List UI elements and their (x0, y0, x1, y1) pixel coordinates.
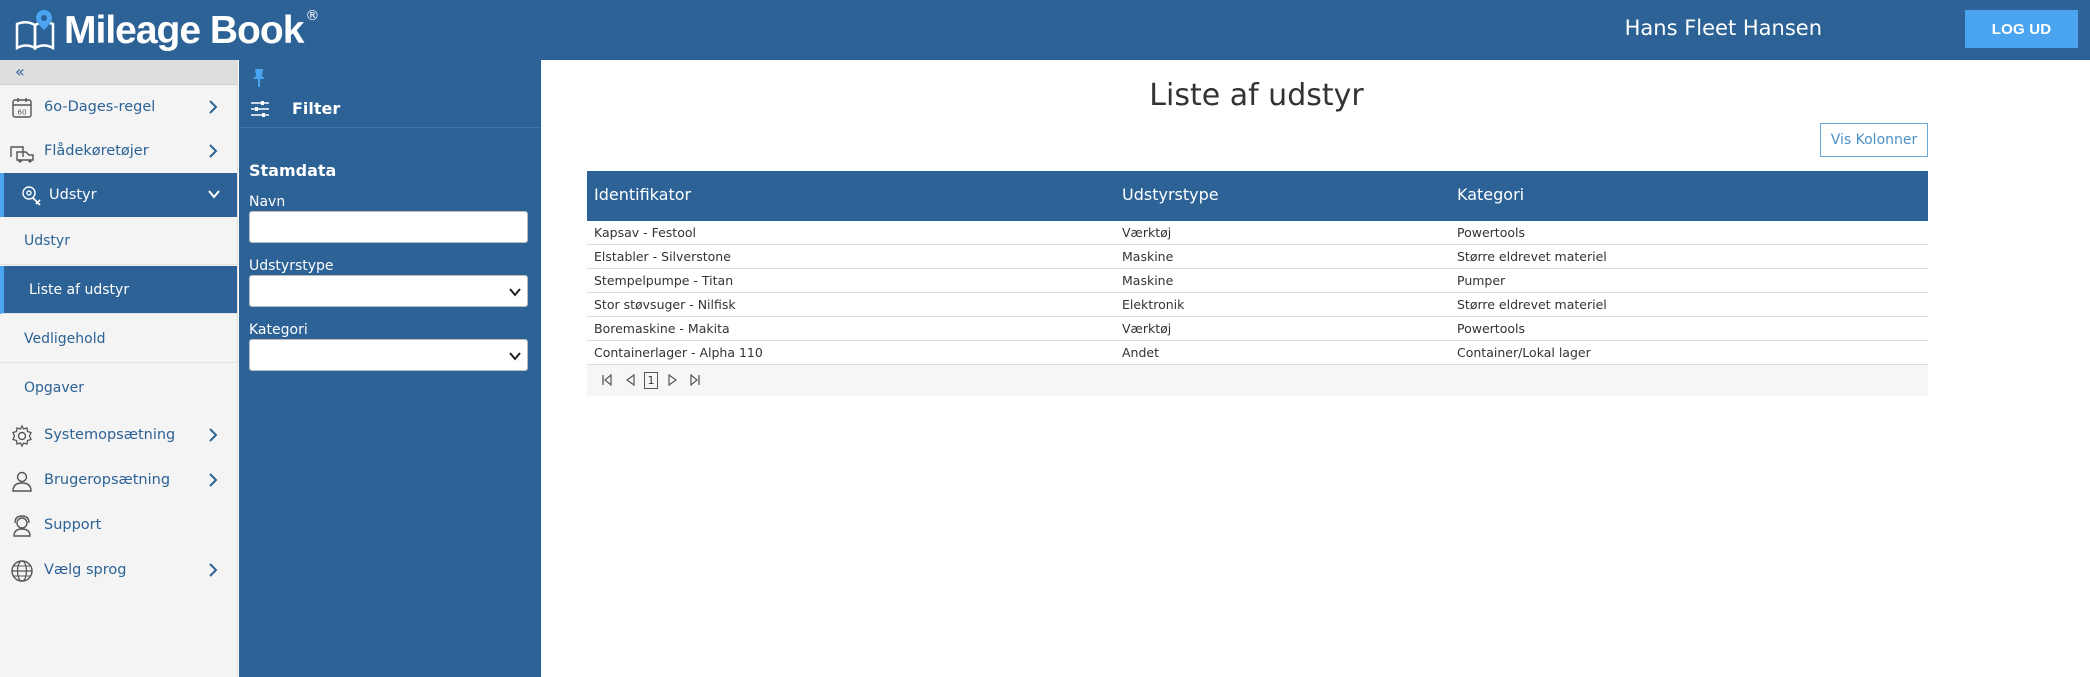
globe-icon (11, 560, 33, 582)
tools-icon (22, 186, 41, 206)
table-row[interactable]: Stor støvsuger - Nilfisk Elektronik Stør… (587, 293, 1928, 317)
cell-equipment-type: Elektronik (1122, 297, 1185, 312)
filter-header: Filter (239, 94, 541, 128)
sidebar-item-label: Udstyr (49, 187, 97, 203)
sidebar-item-60-day-rule[interactable]: 60 6o-Dages-regel (0, 85, 237, 129)
filter-title: Filter (292, 99, 341, 118)
table-row[interactable]: Stempelpumpe - Titan Maskine Pumper (587, 269, 1928, 293)
cell-identifier: Stempelpumpe - Titan (594, 273, 734, 288)
equipment-type-field-label: Udstyrstype (249, 258, 334, 274)
cell-category: Powertools (1457, 225, 1525, 240)
sidebar-item-fleet-vehicles[interactable]: Flådekøretøjer (0, 129, 237, 173)
show-columns-button[interactable]: Vis Kolonner (1820, 123, 1928, 157)
chevron-right-icon (209, 563, 218, 577)
cell-identifier: Boremaskine - Makita (594, 321, 730, 336)
cell-equipment-type: Værktøj (1122, 321, 1172, 336)
first-page-icon[interactable] (601, 373, 613, 387)
sidebar-item-label: Brugeropsætning (44, 472, 171, 488)
sidebar-subitem-label: Udstyr (24, 232, 70, 249)
sidebar-item-label: Support (44, 517, 102, 533)
sidebar-item-equipment[interactable]: Udstyr (0, 173, 237, 217)
sidebar-subitem-label: Opgaver (24, 380, 85, 396)
cell-identifier: Kapsav - Festool (594, 225, 696, 240)
equipment-table: Identifikator Udstyrstype Kategori Kapsa… (587, 171, 1928, 396)
sidebar-subitem-label: Liste af udstyr (29, 281, 130, 298)
column-header-equipment-type[interactable]: Udstyrstype (1122, 185, 1219, 204)
column-header-category[interactable]: Kategori (1457, 185, 1524, 204)
cell-equipment-type: Værktøj (1122, 225, 1172, 240)
sidebar-subitem-equipment[interactable]: Udstyr (0, 217, 237, 265)
column-header-identifier[interactable]: Identifikator (594, 185, 691, 204)
table-header: Identifikator Udstyrstype Kategori (587, 171, 1928, 221)
calendar-60-icon: 60 (12, 98, 32, 118)
table-row[interactable]: Elstabler - Silverstone Maskine Større e… (587, 245, 1928, 269)
sidebar-subitem-label: Vedligehold (24, 330, 106, 347)
table-row[interactable]: Kapsav - Festool Værktøj Powertools (587, 221, 1928, 245)
chevron-down-icon (509, 352, 521, 361)
chevron-down-icon (208, 190, 220, 199)
double-chevron-left-icon: « (15, 62, 25, 81)
prev-page-icon[interactable] (624, 373, 636, 387)
sidebar-nav: « 60 6o-Dages-regel Flådekøretøjer Udsty… (0, 60, 238, 677)
sidebar-subitem-equipment-list[interactable]: Liste af udstyr (0, 266, 237, 314)
gear-icon (12, 424, 32, 448)
svg-text:60: 60 (18, 109, 27, 117)
chevron-down-icon (509, 288, 521, 297)
sidebar-item-system-setup[interactable]: Systemopsætning (0, 413, 237, 457)
last-page-icon[interactable] (689, 373, 701, 387)
logout-button[interactable]: LOG UD (1965, 10, 2078, 48)
chevron-right-icon (209, 473, 218, 487)
category-field-label: Kategori (249, 322, 308, 338)
support-icon (13, 515, 31, 537)
cell-equipment-type: Maskine (1122, 249, 1174, 264)
next-page-icon[interactable] (667, 373, 679, 387)
category-select[interactable] (249, 339, 528, 371)
cell-identifier: Elstabler - Silverstone (594, 249, 731, 264)
name-field-label: Navn (249, 194, 286, 210)
filter-section-title: Stamdata (249, 161, 337, 180)
cell-category: Container/Lokal lager (1457, 345, 1591, 360)
name-field[interactable] (249, 211, 528, 243)
cell-identifier: Stor støvsuger - Nilfisk (594, 297, 736, 312)
pin-icon[interactable] (252, 68, 266, 88)
chevron-right-icon (209, 144, 218, 158)
current-user-name: Hans Fleet Hansen (1624, 16, 1822, 40)
sidebar-item-label: Flådekøretøjer (44, 143, 149, 159)
table-pager: 1 (587, 365, 1928, 396)
registered-mark: ® (305, 8, 320, 24)
user-icon (12, 471, 32, 492)
cell-equipment-type: Andet (1122, 345, 1159, 360)
app-logo[interactable]: Mileage Book ® (14, 6, 319, 54)
cell-equipment-type: Maskine (1122, 273, 1174, 288)
main-content: Liste af udstyr Vis Kolonner Identifikat… (541, 60, 2090, 677)
sidebar-item-language[interactable]: Vælg sprog (0, 548, 237, 592)
cell-category: Større eldrevet materiel (1457, 297, 1607, 312)
sliders-icon (251, 101, 269, 117)
cell-category: Pumper (1457, 273, 1506, 288)
sidebar-item-label: Vælg sprog (44, 562, 127, 578)
app-name: Mileage Book (64, 8, 304, 52)
sidebar-item-user-setup[interactable]: Brugeropsætning (0, 458, 237, 502)
chevron-right-icon (209, 100, 218, 114)
book-pin-logo-icon (15, 10, 55, 51)
chevron-right-icon (209, 428, 218, 442)
vehicles-icon (10, 146, 34, 163)
equipment-type-select[interactable] (249, 275, 528, 307)
current-page-button[interactable]: 1 (644, 372, 658, 389)
table-row[interactable]: Containerlager - Alpha 110 Andet Contain… (587, 341, 1928, 365)
page-title: Liste af udstyr (1149, 78, 1364, 113)
sidebar-subitem-maintenance[interactable]: Vedligehold (0, 315, 237, 363)
filter-panel: Filter Stamdata Navn Udstyrstype Kategor… (239, 60, 541, 677)
cell-category: Powertools (1457, 321, 1525, 336)
sidebar-collapse-button[interactable]: « (0, 60, 237, 85)
sidebar-item-support[interactable]: Support (0, 503, 237, 547)
app-header: Mileage Book ® Hans Fleet Hansen LOG UD (0, 0, 2090, 60)
table-row[interactable]: Boremaskine - Makita Værktøj Powertools (587, 317, 1928, 341)
sidebar-item-label: 6o-Dages-regel (44, 99, 156, 115)
sidebar-item-label: Systemopsætning (44, 427, 176, 443)
sidebar-subitem-tasks[interactable]: Opgaver (0, 364, 237, 412)
cell-category: Større eldrevet materiel (1457, 249, 1607, 264)
cell-identifier: Containerlager - Alpha 110 (594, 345, 763, 360)
